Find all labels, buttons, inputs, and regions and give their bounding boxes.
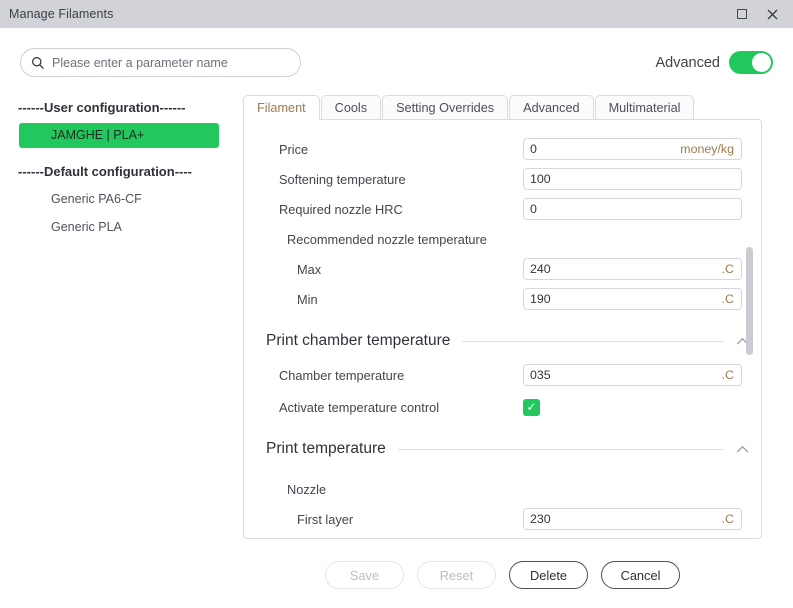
tab-advanced[interactable]: Advanced <box>509 95 594 120</box>
input-nozzle-temp-max[interactable]: 240 .C <box>523 258 742 280</box>
panel-scrollbar-track[interactable] <box>746 122 757 538</box>
search-placeholder: Please enter a parameter name <box>52 55 228 70</box>
input-required-nozzle-hrc[interactable]: 0 <box>523 198 742 220</box>
row-chamber-temperature: Chamber temperature 035 .C <box>244 360 761 390</box>
tab-setting-overrides[interactable]: Setting Overrides <box>382 95 509 120</box>
advanced-label: Advanced <box>655 54 721 71</box>
section-title-print-chamber-temperature: Print chamber temperature <box>266 332 451 349</box>
dialog-footer: Save Reset Delete Cancel <box>243 552 762 598</box>
label-nozzle: Nozzle <box>287 481 327 497</box>
sidebar-item-jamghe-pla-plus[interactable]: JAMGHE | PLA+ <box>19 123 219 148</box>
search-input[interactable]: Please enter a parameter name <box>20 48 301 77</box>
input-nozzle-temp-min-unit: .C <box>721 292 734 306</box>
input-price-unit: money/kg <box>680 142 734 156</box>
input-nozzle-temp-max-unit: .C <box>721 262 734 276</box>
reset-button[interactable]: Reset <box>417 561 496 589</box>
row-next-field-clipped <box>244 534 761 538</box>
row-price: Price 0 money/kg <box>244 134 761 164</box>
cancel-button[interactable]: Cancel <box>601 561 680 589</box>
tab-filament[interactable]: Filament <box>243 95 320 120</box>
sidebar-item-generic-pa6-cf[interactable]: Generic PA6-CF <box>19 187 219 212</box>
label-chamber-temperature: Chamber temperature <box>279 367 405 383</box>
section-divider <box>462 340 724 342</box>
sidebar-item-generic-pla[interactable]: Generic PLA <box>19 215 219 240</box>
section-print-chamber-temperature[interactable]: Print chamber temperature <box>244 322 761 360</box>
label-softening-temperature: Softening temperature <box>279 171 406 187</box>
section-print-temperature[interactable]: Print temperature <box>244 430 761 468</box>
save-button[interactable]: Save <box>325 561 404 589</box>
section-divider <box>397 448 724 450</box>
sidebar-group-header-default: ------Default configuration---- <box>18 164 193 179</box>
row-required-nozzle-hrc: Required nozzle HRC 0 <box>244 194 761 224</box>
input-nozzle-temp-min-value: 190 <box>530 292 551 306</box>
window-controls <box>727 0 793 28</box>
delete-button[interactable]: Delete <box>509 561 588 589</box>
window-title: Manage Filaments <box>9 7 114 21</box>
tab-multimaterial[interactable]: Multimaterial <box>594 95 695 120</box>
preset-sidebar: ------User configuration------ JAMGHE | … <box>0 96 232 243</box>
section-title-print-temperature: Print temperature <box>266 440 386 457</box>
checkbox-activate-temperature-control[interactable]: ✓ <box>523 398 540 416</box>
input-nozzle-temp-max-value: 240 <box>530 262 551 276</box>
panel-scrollbar-thumb[interactable] <box>746 247 753 355</box>
search-icon <box>32 56 44 69</box>
window-titlebar: Manage Filaments <box>0 0 793 28</box>
row-activate-temperature-control: Activate temperature control ✓ <box>244 390 761 424</box>
maximize-button[interactable] <box>727 0 757 28</box>
advanced-toggle-switch[interactable] <box>729 51 773 74</box>
row-first-layer: First layer 230 .C <box>244 504 761 534</box>
label-price: Price <box>279 141 309 157</box>
input-chamber-temperature-unit: .C <box>721 368 734 382</box>
row-softening-temperature: Softening temperature 100 <box>244 164 761 194</box>
label-required-nozzle-hrc: Required nozzle HRC <box>279 201 403 217</box>
chevron-up-icon[interactable] <box>736 445 749 454</box>
input-nozzle-temp-min[interactable]: 190 .C <box>523 288 742 310</box>
settings-form: Price 0 money/kg Softening temperature 1… <box>244 120 761 538</box>
input-first-layer[interactable]: 230 .C <box>523 508 742 530</box>
sidebar-group-header-user: ------User configuration------ <box>18 100 186 115</box>
input-chamber-temperature[interactable]: 035 .C <box>523 364 742 386</box>
close-button[interactable] <box>757 0 787 28</box>
label-nozzle-temp-min: Min <box>297 291 318 307</box>
input-softening-temperature[interactable]: 100 <box>523 168 742 190</box>
input-price[interactable]: 0 money/kg <box>523 138 742 160</box>
toggle-knob <box>752 53 771 72</box>
filament-settings-panel: Price 0 money/kg Softening temperature 1… <box>243 119 762 539</box>
tab-bar: Filament Cools Setting Overrides Advance… <box>243 95 762 120</box>
advanced-toggle-group: Advanced <box>655 48 773 77</box>
input-price-value: 0 <box>530 142 537 156</box>
close-x-icon <box>767 9 777 19</box>
square-maximize-icon <box>737 9 747 19</box>
row-nozzle-group: Nozzle <box>244 474 761 504</box>
input-required-nozzle-hrc-value: 0 <box>530 202 537 216</box>
input-softening-temperature-value: 100 <box>530 172 551 186</box>
label-nozzle-temp-max: Max <box>297 261 322 277</box>
toolbar: Please enter a parameter name Advanced <box>0 28 793 90</box>
row-nozzle-temp-min: Min 190 .C <box>244 284 761 314</box>
input-first-layer-unit: .C <box>721 512 734 526</box>
row-recommended-nozzle-temperature: Recommended nozzle temperature <box>244 224 761 254</box>
tab-cools[interactable]: Cools <box>320 95 382 120</box>
label-recommended-nozzle-temperature: Recommended nozzle temperature <box>287 231 487 247</box>
check-icon: ✓ <box>526 400 537 414</box>
row-nozzle-temp-max: Max 240 .C <box>244 254 761 284</box>
label-activate-temperature-control: Activate temperature control <box>279 399 440 415</box>
label-first-layer: First layer <box>297 511 354 527</box>
input-first-layer-value: 230 <box>530 512 551 526</box>
input-chamber-temperature-value: 035 <box>530 368 551 382</box>
